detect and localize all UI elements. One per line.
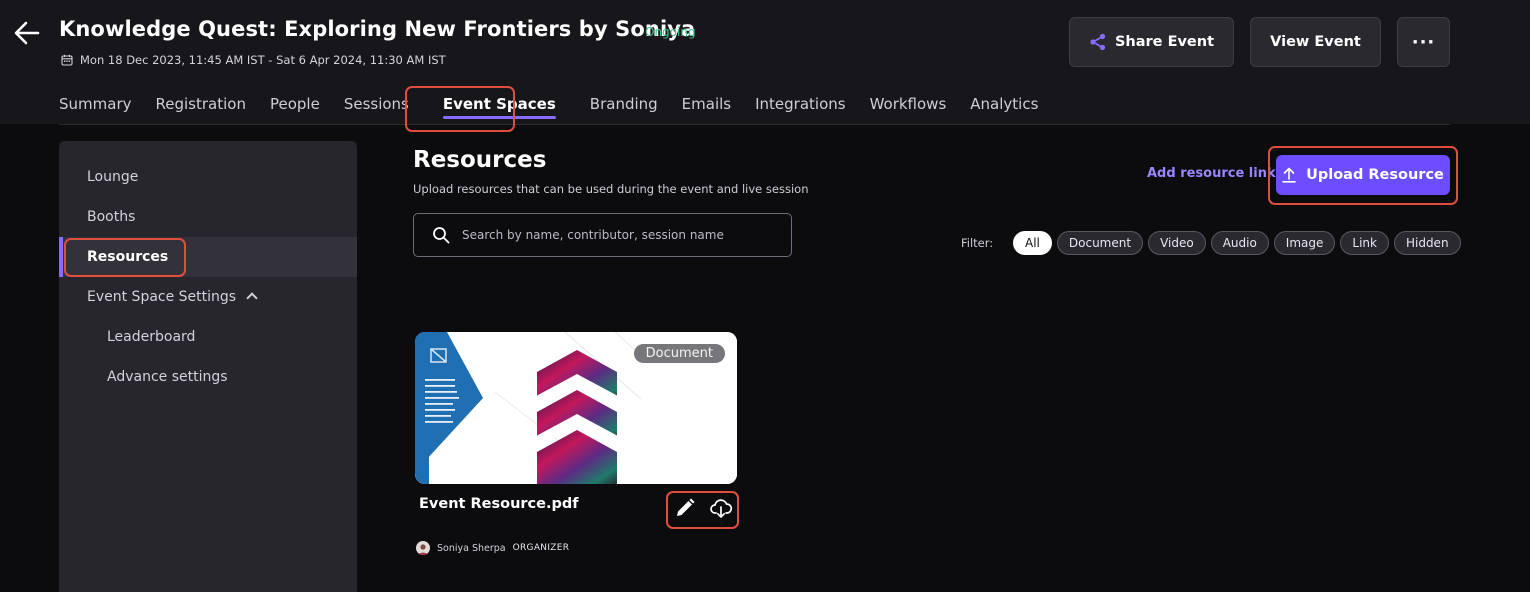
share-event-button[interactable]: Share Event: [1069, 17, 1234, 67]
filter-chip-hidden[interactable]: Hidden: [1393, 231, 1461, 255]
event-date-range: Mon 18 Dec 2023, 11:45 AM IST - Sat 6 Ap…: [80, 53, 446, 67]
author-name: Soniya Sherpa: [437, 542, 506, 554]
filter-chip-video[interactable]: Video: [1148, 231, 1206, 255]
sidebar-item-resources[interactable]: Resources: [59, 237, 357, 277]
tab-workflows[interactable]: Workflows: [870, 86, 947, 124]
sidebar-item-event-space-settings[interactable]: Event Space Settings: [59, 277, 357, 317]
calendar-icon: [61, 54, 73, 66]
event-spaces-sidebar: Lounge Booths Resources Event Space Sett…: [59, 141, 357, 592]
filter-chip-image[interactable]: Image: [1273, 231, 1336, 255]
sidebar-item-lounge[interactable]: Lounge: [59, 157, 357, 197]
search-icon: [433, 227, 450, 244]
event-title: Knowledge Quest: Exploring New Frontiers…: [59, 17, 696, 41]
tab-people[interactable]: People: [270, 86, 320, 124]
tab-event-spaces[interactable]: Event Spaces: [442, 86, 556, 124]
tab-integrations[interactable]: Integrations: [755, 86, 845, 124]
filter-chip-document[interactable]: Document: [1056, 231, 1144, 255]
upload-resource-button[interactable]: Upload Resource: [1276, 155, 1450, 195]
event-date-row: Mon 18 Dec 2023, 11:45 AM IST - Sat 6 Ap…: [61, 52, 446, 68]
upload-resource-label: Upload Resource: [1306, 167, 1444, 183]
author-role: ORGANIZER: [512, 543, 570, 553]
filter-chip-audio[interactable]: Audio: [1210, 231, 1269, 255]
search-input[interactable]: [462, 228, 782, 242]
avatar: [416, 541, 430, 555]
event-tabs: Summary Registration People Sessions Eve…: [59, 86, 1062, 124]
view-event-button[interactable]: View Event: [1250, 17, 1381, 67]
resource-author: Soniya Sherpa ORGANIZER: [416, 541, 569, 555]
upload-icon: [1282, 167, 1296, 183]
filter-chips: All Document Video Audio Image Link Hidd…: [1013, 231, 1461, 255]
tab-registration[interactable]: Registration: [156, 86, 246, 124]
more-options-icon: ···: [1411, 31, 1436, 53]
resource-name: Event Resource.pdf: [419, 496, 579, 512]
chevron-up-icon: [246, 292, 258, 304]
add-resource-link[interactable]: Add resource link: [1147, 166, 1276, 181]
arrow-left-icon[interactable]: [12, 18, 42, 48]
cloud-download-icon[interactable]: [709, 496, 733, 520]
more-options-button[interactable]: ···: [1397, 17, 1450, 67]
sidebar-item-label: Event Space Settings: [87, 289, 237, 305]
event-header: Knowledge Quest: Exploring New Frontiers…: [0, 0, 1530, 124]
sidebar-item-leaderboard[interactable]: Leaderboard: [59, 317, 357, 357]
pencil-icon[interactable]: [673, 496, 697, 520]
sidebar-item-booths[interactable]: Booths: [59, 197, 357, 237]
resource-type-badge: Document: [633, 344, 725, 363]
resource-search-box: [413, 213, 792, 257]
tab-sessions[interactable]: Sessions: [344, 86, 409, 124]
sidebar-item-advance-settings[interactable]: Advance settings: [59, 357, 357, 397]
share-icon: [1090, 33, 1106, 51]
page-title: Resources: [413, 147, 547, 173]
view-event-label: View Event: [1270, 34, 1361, 50]
tab-summary[interactable]: Summary: [59, 86, 132, 124]
filter-label: Filter:: [961, 236, 994, 250]
event-resources-page: Knowledge Quest: Exploring New Frontiers…: [0, 0, 1530, 592]
tab-emails[interactable]: Emails: [682, 86, 731, 124]
status-badge: Ongoing: [645, 25, 696, 39]
share-event-label: Share Event: [1114, 34, 1215, 50]
tab-analytics[interactable]: Analytics: [970, 86, 1038, 124]
tab-divider: [59, 124, 1450, 125]
tab-branding[interactable]: Branding: [590, 86, 658, 124]
resource-thumbnail[interactable]: Document: [415, 332, 737, 484]
filter-chip-all[interactable]: All: [1013, 231, 1052, 255]
page-subtitle: Upload resources that can be used during…: [413, 182, 809, 196]
filter-chip-link[interactable]: Link: [1340, 231, 1389, 255]
